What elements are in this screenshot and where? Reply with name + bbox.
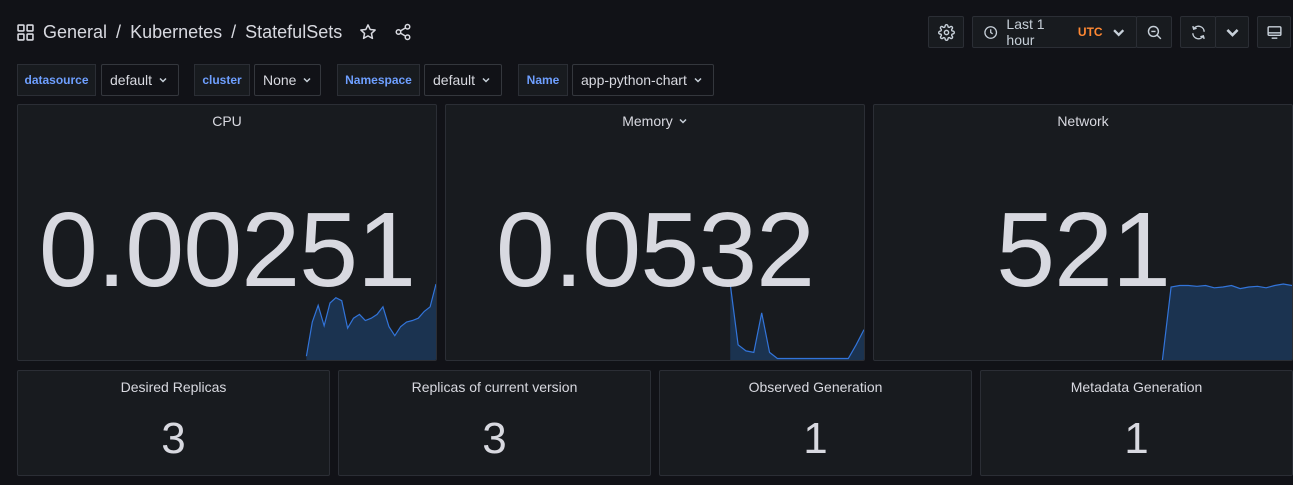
panel-title-row: CPU	[18, 113, 436, 129]
time-range-picker[interactable]: Last 1 hour UTC	[972, 16, 1137, 48]
share-icon[interactable]	[394, 23, 412, 41]
variable-value: app-python-chart	[581, 72, 687, 88]
variable-select-name[interactable]: app-python-chart	[572, 64, 714, 96]
chevron-down-icon	[159, 77, 167, 83]
stat-value: 1	[1124, 414, 1149, 463]
stat-value: 521	[996, 191, 1171, 309]
zoom-out-icon	[1147, 25, 1161, 39]
breadcrumb-folder[interactable]: Kubernetes	[130, 22, 222, 43]
zoom-out-button[interactable]	[1136, 16, 1172, 48]
replicas-current-version-panel[interactable]: Replicas of current version 3	[338, 370, 651, 476]
panel-title-row: Replicas of current version	[339, 379, 650, 395]
panel-title: Desired Replicas	[120, 379, 227, 395]
variable-select-namespace[interactable]: default	[424, 64, 502, 96]
stat-value: 1	[803, 414, 828, 463]
panel-title-row: Memory	[446, 113, 864, 129]
panel-title-row: Network	[874, 113, 1292, 129]
timezone-badge: UTC	[1077, 25, 1103, 39]
monitor-icon	[1266, 25, 1282, 39]
cpu-panel[interactable]: CPU 0.00251	[17, 104, 437, 361]
breadcrumb: General / Kubernetes / StatefulSets	[17, 20, 412, 44]
metadata-generation-panel[interactable]: Metadata Generation 1	[980, 370, 1293, 476]
dashboard-header: General / Kubernetes / StatefulSets Last…	[0, 0, 1293, 64]
observed-generation-panel[interactable]: Observed Generation 1	[659, 370, 972, 476]
memory-panel[interactable]: Memory 0.0532	[445, 104, 865, 361]
chevron-down-icon	[482, 77, 490, 83]
star-icon[interactable]	[359, 23, 377, 41]
refresh-interval-dropdown[interactable]	[1215, 16, 1249, 48]
time-range-label: Last 1 hour	[1006, 16, 1045, 48]
variable-value: default	[433, 72, 476, 88]
panel-title: Network	[1057, 113, 1109, 129]
variable-label-namespace: Namespace	[337, 64, 420, 96]
panel-title: Memory	[622, 113, 673, 129]
chevron-down-icon	[1112, 28, 1124, 36]
variable-select-datasource[interactable]: default	[101, 64, 179, 96]
stat-value: 3	[161, 414, 186, 463]
panel-menu-chevron-icon[interactable]	[678, 116, 688, 126]
stat-value: 0.0532	[495, 191, 815, 309]
panel-title-row: Desired Replicas	[18, 379, 329, 395]
chevron-down-icon	[1225, 28, 1239, 37]
clock-icon	[984, 25, 998, 39]
chevron-down-icon	[694, 77, 702, 83]
refresh-button[interactable]	[1180, 16, 1216, 48]
panel-title: Replicas of current version	[411, 379, 578, 395]
variable-select-cluster[interactable]: None	[254, 64, 321, 96]
variable-label-cluster: cluster	[194, 64, 250, 96]
breadcrumb-separator: /	[116, 21, 122, 42]
variable-label-datasource: datasource	[17, 64, 96, 96]
panel-title: Metadata Generation	[1070, 379, 1203, 395]
breadcrumb-separator: /	[231, 21, 237, 42]
panel-title-row: Metadata Generation	[981, 379, 1292, 395]
variable-value: default	[110, 72, 153, 88]
page-title[interactable]: StatefulSets	[245, 22, 342, 43]
variable-label-name: Name	[518, 64, 568, 96]
stat-value: 3	[482, 414, 507, 463]
panel-title: Observed Generation	[748, 379, 883, 395]
stat-value: 0.00251	[38, 191, 416, 309]
chevron-down-icon	[303, 77, 311, 83]
panel-title: CPU	[212, 113, 242, 129]
refresh-icon	[1191, 25, 1205, 39]
desired-replicas-panel[interactable]: Desired Replicas 3	[17, 370, 330, 476]
dashboards-grid-icon[interactable]	[17, 23, 34, 41]
network-panel[interactable]: Network 521	[873, 104, 1293, 361]
dashboard-settings-button[interactable]	[928, 16, 964, 48]
view-mode-button[interactable]	[1257, 16, 1291, 48]
gear-icon	[937, 23, 955, 41]
breadcrumb-general[interactable]: General	[43, 22, 107, 43]
panel-title-row: Observed Generation	[660, 379, 971, 395]
variable-value: None	[263, 72, 297, 88]
